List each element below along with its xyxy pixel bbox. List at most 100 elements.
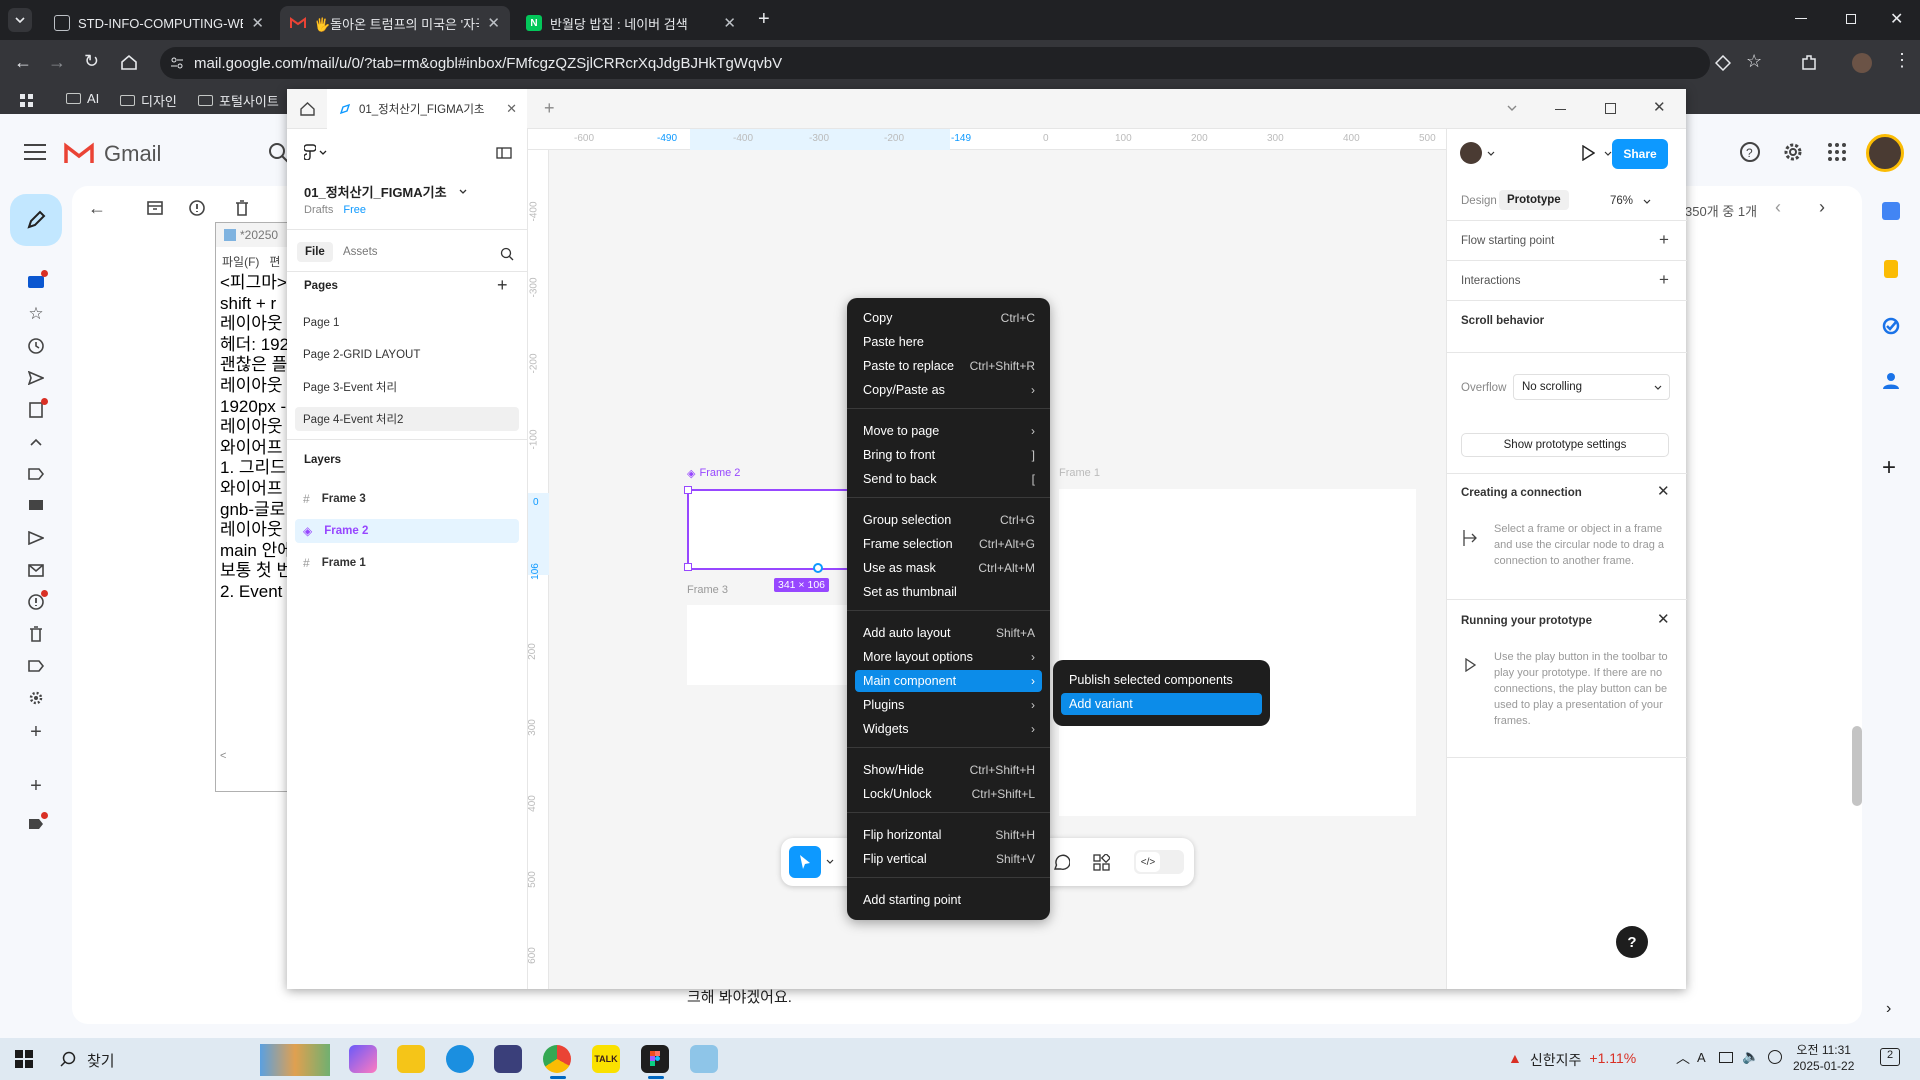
report-icon[interactable] xyxy=(189,200,205,216)
chrome-icon[interactable] xyxy=(543,1045,571,1073)
close-icon[interactable]: ✕ xyxy=(723,14,736,32)
chevron-down-icon[interactable] xyxy=(1487,151,1495,156)
chevron-down-icon[interactable] xyxy=(1604,151,1612,156)
send-icon[interactable] xyxy=(22,364,50,392)
file-explorer-icon[interactable] xyxy=(397,1045,425,1073)
figma-file-tab[interactable]: 01_정처산기_FIGMA기초 ✕ xyxy=(327,89,527,129)
menu-item-publish-selected-components[interactable]: Publish selected components xyxy=(1061,669,1262,691)
menu-item-paste-here[interactable]: Paste here xyxy=(855,331,1042,353)
resize-handle[interactable] xyxy=(684,563,692,571)
frame1-label[interactable]: Frame 1 xyxy=(1059,467,1100,479)
menu-item-plugins[interactable]: Plugins › xyxy=(855,694,1042,716)
menu-item-paste-to-replace[interactable]: Paste to replace Ctrl+Shift+R xyxy=(855,355,1042,377)
archive-icon[interactable] xyxy=(147,200,163,216)
figma-app-icon[interactable] xyxy=(641,1045,669,1073)
menu-item-widgets[interactable]: Widgets › xyxy=(855,718,1042,740)
notepad-app-icon[interactable] xyxy=(690,1045,718,1073)
chevron-up-icon[interactable] xyxy=(22,428,50,456)
notepad-text-area[interactable]: <피그마> shift + r 레이아웃 헤더: 192 괜찮은 플 레이아웃 … xyxy=(220,273,290,603)
trash-icon[interactable] xyxy=(235,200,249,216)
browser-tab[interactable]: N 반월당 밥집 : 네이버 검색 ✕ xyxy=(516,6,746,40)
layer-item[interactable]: # Frame 3 xyxy=(295,487,519,511)
minimize-button[interactable] xyxy=(1555,109,1566,110)
home-icon[interactable] xyxy=(300,102,315,116)
menu-edit[interactable]: 편 xyxy=(269,253,280,270)
layer-item-selected[interactable]: ◈ Frame 2 xyxy=(295,519,519,543)
menu-item-add-starting-point[interactable]: Add starting point xyxy=(855,889,1042,911)
menu-item-group-selection[interactable]: Group selection Ctrl+G xyxy=(855,509,1042,531)
ime-icon[interactable]: A xyxy=(1697,1050,1706,1065)
browser-tab[interactable]: STD-INFO-COMPUTING-WEB- ✕ xyxy=(44,6,274,40)
next-icon[interactable]: › xyxy=(1819,197,1825,218)
page-item-active[interactable]: Page 4-Event 처리2 xyxy=(295,407,519,431)
tab-search-button[interactable] xyxy=(8,8,32,32)
account-avatar[interactable] xyxy=(1866,134,1904,172)
move-tool[interactable] xyxy=(789,846,821,878)
tab-file[interactable]: File xyxy=(297,242,333,262)
scroll-left-icon[interactable]: < xyxy=(220,750,226,762)
search-icon[interactable] xyxy=(500,247,514,261)
close-icon[interactable]: ✕ xyxy=(251,14,264,32)
site-info-icon[interactable] xyxy=(170,56,184,70)
add-flow-icon[interactable]: + xyxy=(1659,230,1669,250)
url-bar[interactable]: mail.google.com/mail/u/0/?tab=rm&ogbl#in… xyxy=(160,47,1762,79)
apps-grid-icon[interactable] xyxy=(20,94,34,108)
extension-icon[interactable] xyxy=(1715,55,1731,71)
compose-button[interactable] xyxy=(10,194,62,246)
contacts-icon[interactable] xyxy=(1883,372,1899,390)
spam-icon[interactable] xyxy=(22,588,50,616)
close-window-button[interactable]: ✕ xyxy=(1653,98,1666,116)
new-tab-button[interactable]: + xyxy=(544,98,555,119)
menu-item-show-hide[interactable]: Show/Hide Ctrl+Shift+H xyxy=(855,759,1042,781)
menu-item-copy-paste-as[interactable]: Copy/Paste as › xyxy=(855,379,1042,401)
back-icon[interactable]: ← xyxy=(14,52,32,73)
gear-icon[interactable] xyxy=(22,684,50,712)
draft-icon[interactable] xyxy=(22,396,50,424)
notification-icon[interactable]: 2 xyxy=(1880,1048,1900,1066)
taskbar-search[interactable]: 찾기 xyxy=(87,1050,115,1071)
chat-icon[interactable] xyxy=(22,492,50,520)
minimize-button[interactable] xyxy=(1795,18,1807,19)
tab-prototype[interactable]: Prototype xyxy=(1499,190,1569,210)
menu-icon[interactable] xyxy=(24,144,46,160)
menu-item-bring-to-front[interactable]: Bring to front] xyxy=(855,444,1042,466)
gear-icon[interactable] xyxy=(1782,141,1804,163)
label-icon[interactable] xyxy=(22,810,50,838)
profile-avatar[interactable] xyxy=(1852,53,1872,73)
menu-item-use-as-mask[interactable]: Use as mask Ctrl+Alt+M xyxy=(855,557,1042,579)
scrollbar-thumb[interactable] xyxy=(1852,726,1862,806)
windows-start-icon[interactable] xyxy=(15,1050,33,1068)
back-icon[interactable]: ← xyxy=(88,198,106,219)
mail-icon[interactable] xyxy=(22,556,50,584)
label-icon[interactable] xyxy=(22,652,50,680)
file-name[interactable]: 01_정처산기_FIGMA기초 xyxy=(304,182,467,201)
figma-main-menu[interactable] xyxy=(304,144,327,160)
keep-icon[interactable] xyxy=(1884,260,1898,278)
share-button[interactable]: Share xyxy=(1612,139,1668,169)
display-icon[interactable] xyxy=(1719,1052,1733,1063)
add-interaction-icon[interactable]: + xyxy=(1659,270,1669,290)
restore-button[interactable] xyxy=(1846,14,1856,24)
menu-item-frame-selection[interactable]: Frame selection Ctrl+Alt+G xyxy=(855,533,1042,555)
plus-icon[interactable]: + xyxy=(22,718,50,746)
tab-design[interactable]: Design xyxy=(1461,195,1497,207)
add-page-icon[interactable]: + xyxy=(497,275,508,296)
play-icon[interactable] xyxy=(1581,145,1595,161)
browser-tab-active[interactable]: 🖐️돌아온 트럼프의 미국은 '자국 ✕ xyxy=(280,6,510,40)
resize-handle[interactable] xyxy=(684,486,692,494)
show-prototype-settings-button[interactable]: Show prototype settings xyxy=(1461,433,1669,457)
frame1[interactable] xyxy=(1059,489,1416,816)
drafts-label[interactable]: Drafts xyxy=(304,204,333,216)
prev-icon[interactable]: ‹ xyxy=(1775,197,1781,218)
components-icon[interactable] xyxy=(1093,854,1110,871)
close-icon[interactable]: ✕ xyxy=(506,101,517,117)
extensions-puzzle-icon[interactable] xyxy=(1800,54,1818,72)
bookmark-folder[interactable]: 포털사이트 xyxy=(198,91,279,110)
comment-icon[interactable] xyxy=(1053,854,1070,871)
new-tab-button[interactable]: + xyxy=(758,8,770,31)
page-item[interactable]: Page 3-Event 처리 xyxy=(295,375,519,399)
menu-item-main-component[interactable]: Main component › xyxy=(855,670,1042,692)
close-icon[interactable]: ✕ xyxy=(1657,482,1670,500)
tasks-icon[interactable] xyxy=(1882,317,1900,335)
menu-item-lock-unlock[interactable]: Lock/Unlock Ctrl+Shift+L xyxy=(855,783,1042,805)
